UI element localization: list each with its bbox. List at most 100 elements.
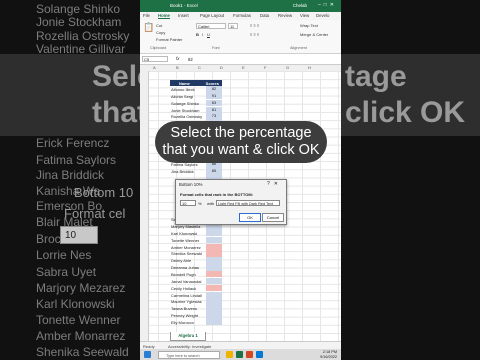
student-name-cell[interactable]: Carmelina Lindall — [171, 293, 202, 298]
table-row[interactable]: Alichia Sergi 91 — [170, 92, 222, 100]
student-name-cell[interactable]: Jonie Stockham — [171, 108, 199, 113]
tab-home[interactable]: Home — [158, 13, 170, 19]
score-cell[interactable]: 91 — [206, 92, 222, 100]
column-header[interactable]: D — [220, 65, 223, 70]
table-row[interactable]: Jonie Stockham 81 — [170, 106, 222, 114]
student-name-cell[interactable]: Amber Monarrez — [171, 245, 201, 250]
font-name-select[interactable]: Calibri — [196, 23, 226, 29]
excel-app-icon[interactable] — [236, 351, 243, 358]
dialog-controls[interactable]: ?✕ — [267, 181, 282, 187]
table-row[interactable]: Jina Briddick 85 — [170, 168, 222, 175]
bold-button[interactable]: B — [196, 32, 199, 37]
column-header[interactable]: B — [176, 65, 179, 70]
table-row[interactable]: Blondell Pugh — [170, 270, 222, 278]
table-row[interactable]: Carmelina Lindall — [170, 291, 222, 298]
align-left-icon[interactable]: ≡ ≡ ≡ — [250, 32, 259, 37]
file-explorer-icon[interactable] — [226, 351, 233, 358]
underline-button[interactable]: U — [207, 32, 210, 37]
student-name-cell[interactable]: Fatima Saylors — [171, 162, 198, 167]
formula-input[interactable]: 82 — [188, 57, 193, 62]
tab-file[interactable]: File — [143, 13, 150, 18]
student-name-cell[interactable]: Rozellia Ostrosky — [171, 114, 202, 119]
table-row[interactable]: Cecily Hollack — [170, 284, 222, 292]
column-header[interactable]: A — [153, 65, 156, 70]
tab-review[interactable]: Review — [278, 13, 292, 18]
student-name-cell[interactable]: Solange Shinko — [171, 101, 199, 106]
score-cell[interactable] — [206, 257, 222, 264]
user-name[interactable]: Chelab — [293, 3, 307, 8]
student-name-cell[interactable]: Shenika Seewald — [171, 251, 202, 256]
table-row[interactable]: Rozellia Ostrosky 73 — [170, 113, 222, 120]
sheet-tab-algebra[interactable]: Algebra 1 Grades — [170, 332, 206, 346]
edge-browser-icon[interactable] — [256, 351, 263, 358]
table-row[interactable]: Tonette Wenner — [170, 236, 222, 244]
table-row[interactable]: Delmy Ahle — [170, 257, 222, 264]
student-name-cell[interactable]: Alichia Sergi — [171, 94, 193, 99]
format-style-select[interactable]: Light Red Fill with Dark Red Text — [216, 200, 280, 206]
student-name-cell[interactable]: Penney Weight — [171, 313, 198, 318]
student-name-cell[interactable]: Jina Briddick — [171, 169, 194, 174]
cancel-button[interactable]: Cancel — [262, 213, 284, 222]
taskbar-clock[interactable]: 2:18 PM 9/16/2022 — [320, 350, 337, 359]
student-name-cell[interactable]: Delmy Ahle — [171, 258, 191, 263]
score-cell[interactable] — [206, 291, 222, 298]
score-cell[interactable]: 85 — [206, 168, 222, 175]
score-cell[interactable] — [206, 250, 222, 257]
score-cell[interactable] — [206, 318, 222, 326]
score-cell[interactable] — [206, 229, 222, 237]
tab-view[interactable]: View — [300, 13, 309, 18]
score-cell[interactable] — [206, 243, 222, 251]
merge-center-button[interactable]: Merge & Center — [300, 32, 328, 37]
taskbar-search-input[interactable]: Type here to search — [158, 350, 220, 359]
name-box[interactable]: C5 — [142, 56, 168, 62]
tab-data[interactable]: Data — [260, 13, 269, 18]
accessibility-status[interactable]: Accessibility: Investigate — [168, 344, 211, 349]
table-row[interactable]: Elly Morocco — [170, 318, 222, 326]
column-header[interactable]: E — [242, 65, 245, 70]
student-name-cell[interactable]: Alfonso Illeck — [171, 87, 195, 92]
table-row[interactable]: Solange Shinko 63 — [170, 99, 222, 107]
window-controls[interactable]: –□✕ — [318, 2, 337, 8]
score-cell[interactable]: 82 — [206, 86, 222, 93]
student-name-cell[interactable]: Cecily Hollack — [171, 286, 196, 291]
align-top-icon[interactable]: ≡ ≡ ≡ — [250, 23, 259, 28]
percentage-spinner[interactable]: 10 — [180, 200, 196, 206]
score-cell[interactable]: 81 — [206, 106, 222, 114]
score-cell[interactable] — [206, 312, 222, 319]
tab-insert[interactable]: Insert — [178, 13, 189, 18]
student-name-cell[interactable]: Maurine Yglesias — [171, 299, 202, 304]
table-row[interactable]: Amber Monarrez — [170, 243, 222, 251]
table-row[interactable]: Karl Klonowski — [170, 229, 222, 237]
student-name-cell[interactable]: Deeanna Juhas — [171, 265, 199, 270]
table-row[interactable]: Penney Weight — [170, 312, 222, 319]
score-cell[interactable]: 63 — [206, 99, 222, 107]
student-name-cell[interactable]: Karl Klonowski — [171, 231, 197, 236]
table-row[interactable]: Deeanna Juhas — [170, 264, 222, 271]
score-cell[interactable] — [206, 284, 222, 292]
table-row[interactable]: Maurine Yglesias — [170, 298, 222, 305]
table-row[interactable]: Jamal Vanausdal — [170, 277, 222, 285]
column-header[interactable]: C — [198, 65, 201, 70]
windows-start-icon[interactable] — [144, 351, 151, 358]
table-row[interactable]: Alfonso Illeck 82 — [170, 86, 222, 93]
student-name-cell[interactable]: Blondell Pugh — [171, 272, 196, 277]
ok-button[interactable]: OK — [239, 213, 261, 222]
tab-formulas[interactable]: Formulas — [233, 13, 251, 18]
tab-page-layout[interactable]: Page Layout — [200, 13, 224, 18]
score-cell[interactable] — [206, 277, 222, 285]
score-cell[interactable] — [206, 305, 222, 312]
cut-button[interactable]: Cut — [156, 23, 162, 28]
powerpoint-app-icon[interactable] — [246, 351, 253, 358]
student-name-cell[interactable]: Jamal Vanausdal — [171, 279, 201, 284]
score-cell[interactable] — [206, 264, 222, 271]
table-row[interactable]: Shenika Seewald — [170, 250, 222, 257]
copy-button[interactable]: Copy — [156, 30, 165, 35]
font-size-select[interactable]: 11 — [228, 23, 238, 29]
column-header[interactable]: F — [264, 65, 266, 70]
student-name-cell[interactable]: Tonette Wenner — [171, 238, 199, 243]
score-cell[interactable] — [206, 298, 222, 305]
paste-icon[interactable]: 📋 — [143, 22, 154, 33]
tab-developer[interactable]: Develo — [316, 13, 329, 18]
italic-button[interactable]: I — [202, 32, 203, 37]
score-cell[interactable] — [206, 270, 222, 278]
